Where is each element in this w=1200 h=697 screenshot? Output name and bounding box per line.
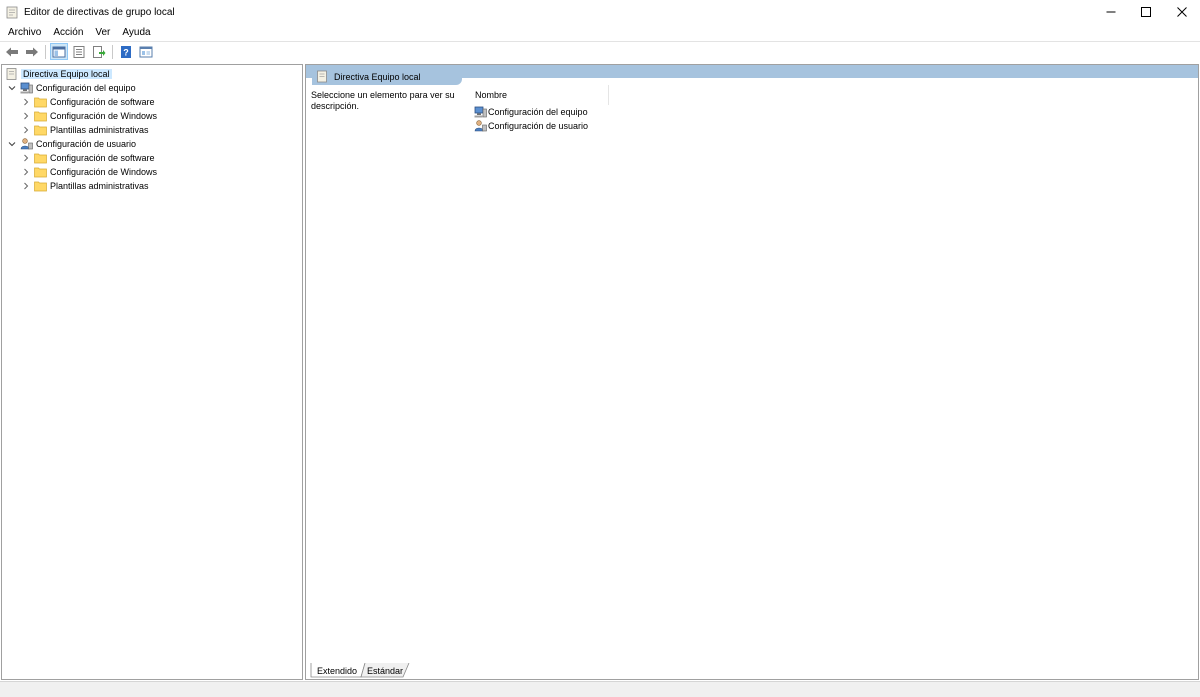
minimize-icon: [1106, 11, 1116, 13]
item-list: Nombre Configuración del equipo Configur…: [466, 85, 616, 132]
title-bar: Editor de directivas de grupo local: [0, 0, 1200, 24]
chevron-down-icon[interactable]: [7, 84, 16, 93]
tree-computer-config[interactable]: Configuración del equipo: [7, 81, 136, 95]
forward-button[interactable]: [23, 43, 41, 60]
tree-user-config-label: Configuración de usuario: [36, 139, 137, 149]
menu-accion[interactable]: Acción: [53, 27, 83, 38]
tab-extendido[interactable]: Extendido: [312, 663, 362, 678]
export-list-icon: [93, 45, 106, 58]
chevron-right-icon[interactable]: [21, 154, 30, 163]
tree-pane[interactable]: Directiva Equipo local Configuración del…: [1, 64, 303, 680]
policy-app-icon: [6, 6, 18, 19]
view-button[interactable]: [137, 43, 155, 60]
chevron-right-icon[interactable]: [21, 182, 30, 191]
toolbar: ?: [0, 41, 1200, 61]
maximize-icon: [1141, 7, 1151, 17]
help-button[interactable]: ?: [117, 43, 135, 60]
close-button[interactable]: [1163, 0, 1200, 24]
tab-estandar[interactable]: Estándar: [364, 663, 406, 678]
tree-computer-windows[interactable]: Configuración de Windows: [21, 109, 157, 123]
folder-icon: [34, 166, 47, 178]
folder-icon: [34, 110, 47, 122]
help-icon: ?: [121, 45, 131, 58]
tree-item-label: Configuración de software: [50, 153, 155, 163]
user-icon: [20, 138, 33, 150]
toolbar-separator: [112, 44, 113, 59]
computer-icon: [20, 82, 33, 94]
folder-icon: [34, 180, 47, 192]
properties-button[interactable]: [70, 43, 88, 60]
tree-user-admin-templates[interactable]: Plantillas administrativas: [21, 179, 149, 193]
chevron-right-icon[interactable]: [21, 168, 30, 177]
list-item-label: Configuración de usuario: [488, 121, 589, 131]
toolbar-separator: [45, 44, 46, 59]
status-bar: [0, 681, 1200, 697]
details-header-title: Directiva Equipo local: [334, 72, 421, 82]
chevron-right-icon[interactable]: [21, 112, 30, 121]
menu-ver[interactable]: Ver: [95, 27, 110, 38]
chevron-down-icon[interactable]: [7, 140, 16, 149]
folder-icon: [34, 152, 47, 164]
svg-text:?: ?: [123, 47, 129, 57]
back-button[interactable]: [3, 43, 21, 60]
tree-item-label: Configuración de software: [50, 97, 155, 107]
tree-computer-config-label: Configuración del equipo: [36, 83, 136, 93]
tree-user-software[interactable]: Configuración de software: [21, 151, 155, 165]
tree-user-config[interactable]: Configuración de usuario: [7, 137, 136, 151]
menu-archivo[interactable]: Archivo: [8, 27, 41, 38]
list-item-user-config[interactable]: Configuración de usuario: [474, 119, 588, 133]
details-pane: Directiva Equipo local Seleccione un ele…: [305, 64, 1199, 680]
tree-item-label: Plantillas administrativas: [50, 125, 149, 135]
tree-root[interactable]: Directiva Equipo local: [5, 67, 112, 81]
window-title: Editor de directivas de grupo local: [24, 7, 175, 18]
minimize-button[interactable]: [1092, 0, 1130, 24]
tree-item-label: Configuración de Windows: [50, 167, 158, 177]
maximize-button[interactable]: [1127, 0, 1165, 24]
view-tabs: Extendido Estándar: [309, 663, 609, 679]
tree-computer-admin-templates[interactable]: Plantillas administrativas: [21, 123, 149, 137]
close-icon: [1177, 7, 1187, 17]
menu-bar: Archivo Acción Ver Ayuda: [0, 24, 1200, 41]
folder-icon: [34, 124, 47, 136]
user-icon: [474, 120, 487, 132]
column-header-nombre[interactable]: Nombre: [466, 85, 609, 105]
description-text: Seleccione un elemento para ver su descr…: [311, 90, 455, 111]
chevron-right-icon[interactable]: [21, 126, 30, 135]
tree-user-windows[interactable]: Configuración de Windows: [21, 165, 157, 179]
folder-icon: [34, 96, 47, 108]
list-item-label: Configuración del equipo: [488, 107, 588, 117]
chevron-right-icon[interactable]: [21, 98, 30, 107]
back-arrow-icon: [6, 47, 18, 56]
show-hide-tree-button[interactable]: [50, 43, 68, 60]
list-item-computer-config[interactable]: Configuración del equipo: [474, 105, 588, 119]
menu-ayuda[interactable]: Ayuda: [122, 27, 150, 38]
tree-computer-software[interactable]: Configuración de software: [21, 95, 155, 109]
tree-item-label: Plantillas administrativas: [50, 181, 149, 191]
policy-icon: [317, 70, 327, 83]
properties-icon: [73, 45, 85, 58]
details-header: Directiva Equipo local: [312, 67, 462, 85]
export-list-button[interactable]: [90, 43, 108, 60]
tree-item-label: Configuración de Windows: [50, 111, 158, 121]
forward-arrow-icon: [26, 47, 38, 56]
computer-icon: [474, 106, 487, 118]
show-hide-tree-icon: [52, 46, 66, 57]
policy-icon: [5, 68, 18, 80]
tree-root-label: Directiva Equipo local: [21, 69, 112, 79]
view-icon: [139, 46, 153, 57]
